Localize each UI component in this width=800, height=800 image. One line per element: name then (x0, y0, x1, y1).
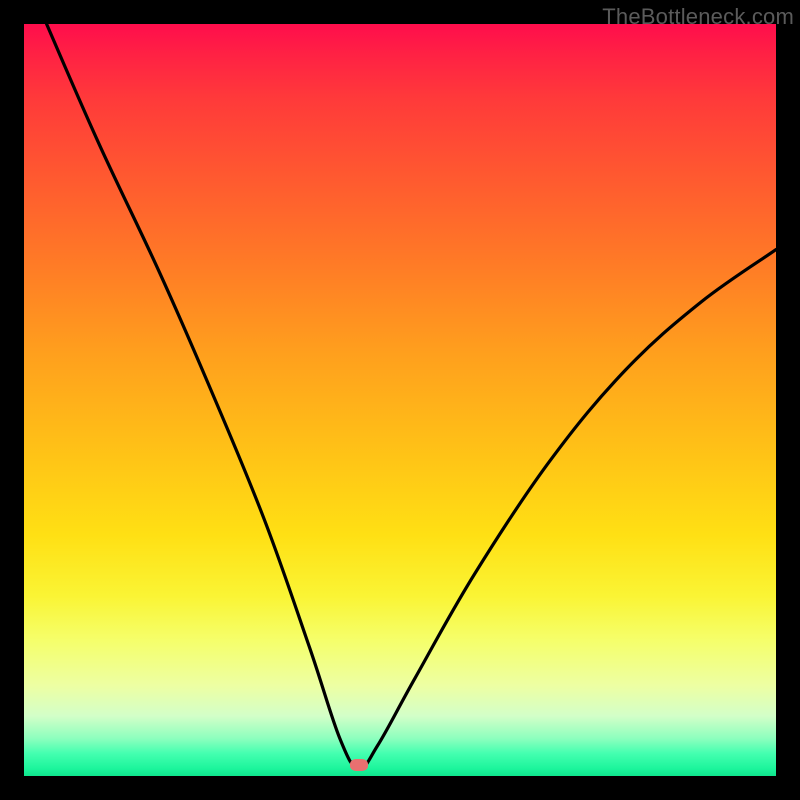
minimum-marker (350, 759, 368, 771)
watermark-text: TheBottleneck.com (602, 4, 794, 30)
plot-area (24, 24, 776, 776)
gradient-background (24, 24, 776, 776)
